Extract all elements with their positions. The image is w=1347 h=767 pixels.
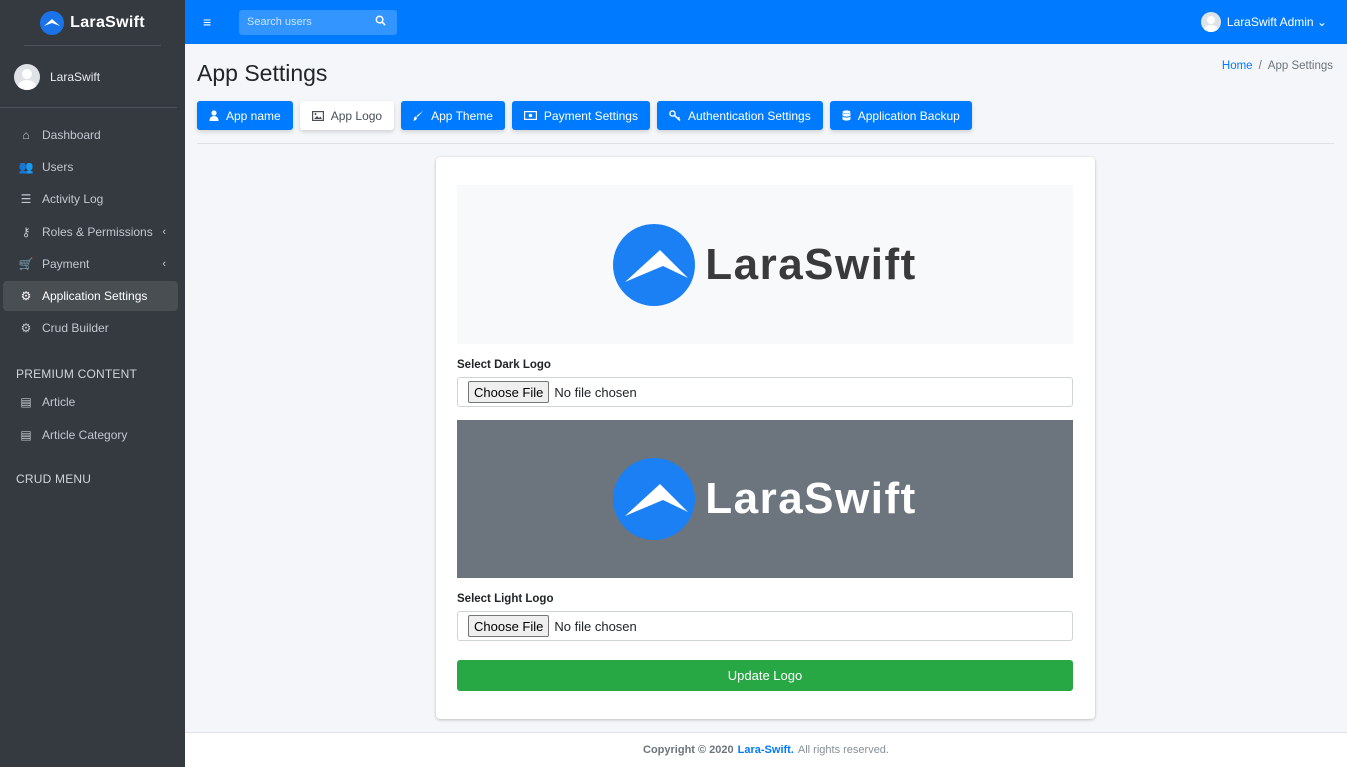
footer-brand-link[interactable]: Lara-Swift.: [738, 744, 794, 756]
choose-file-button[interactable]: Choose File: [468, 615, 550, 637]
brand[interactable]: LaraSwift: [24, 0, 161, 46]
user-menu-label: LaraSwift Admin ⌄: [1226, 15, 1327, 29]
divider: [197, 143, 1334, 144]
gear-icon: ⚙: [20, 321, 32, 336]
sidebar: LaraSwift LaraSwift ⌂ Dashboard 👥 Users …: [0, 0, 185, 767]
tab-payment-settings[interactable]: Payment Settings: [511, 101, 650, 130]
database-icon: [842, 109, 851, 122]
hamburger-menu-icon[interactable]: ≡: [203, 14, 215, 30]
sidebar-item-activity-log[interactable]: ☰ Activity Log: [3, 184, 178, 214]
dark-logo-file-input[interactable]: Choose File No file chosen: [457, 377, 1073, 407]
breadcrumb-current: App Settings: [1267, 60, 1333, 72]
sidebar-item-label: Article Category: [42, 427, 128, 442]
tab-label: Payment Settings: [543, 108, 638, 123]
list-icon: ☰: [20, 192, 32, 207]
breadcrumb-separator: /: [1258, 60, 1262, 72]
page-title: App Settings: [197, 60, 328, 86]
sidebar-item-label: Users: [42, 160, 74, 175]
sidebar-item-label: Crud Builder: [42, 321, 109, 336]
search-box: [239, 9, 397, 35]
update-logo-button[interactable]: Update Logo: [457, 660, 1073, 691]
image-icon: [311, 110, 324, 121]
avatar: [14, 63, 40, 90]
tab-label: App name: [226, 108, 281, 123]
sidebar-item-label: Payment: [42, 256, 90, 271]
settings-tabs: App name App Logo App Theme Payment Sett…: [197, 101, 972, 130]
tab-app-name[interactable]: App name: [197, 101, 293, 130]
premium-content-header: PREMIUM CONTENT: [16, 367, 137, 382]
sidebar-item-dashboard[interactable]: ⌂ Dashboard: [3, 120, 178, 150]
premium-nav: ▤ Article ▤ Article Category: [0, 387, 185, 449]
key-icon: [669, 110, 681, 121]
money-icon: [523, 111, 537, 120]
chevron-left-icon: ‹: [162, 225, 166, 238]
newspaper-icon: ▤: [20, 395, 32, 410]
sidebar-item-label: Application Settings: [42, 288, 148, 303]
brand-name: LaraSwift: [70, 13, 145, 31]
footer-rights: All rights reserved.: [797, 744, 889, 756]
breadcrumb: Home / App Settings: [1222, 60, 1333, 72]
user-panel[interactable]: LaraSwift: [0, 46, 177, 108]
sidebar-item-payment[interactable]: 🛒 Payment ‹: [3, 249, 178, 279]
topbar: ≡ LaraSwift Admin ⌄: [185, 0, 1347, 44]
avatar: [1200, 12, 1221, 32]
light-logo-file-input[interactable]: Choose File No file chosen: [457, 611, 1073, 641]
file-status: No file chosen: [554, 384, 637, 400]
sidebar-item-label: Dashboard: [42, 128, 101, 142]
user-menu[interactable]: LaraSwift Admin ⌄: [1200, 12, 1327, 32]
choose-file-button[interactable]: Choose File: [468, 381, 550, 403]
home-icon: ⌂: [22, 128, 30, 142]
breadcrumb-home-link[interactable]: Home: [1222, 60, 1253, 72]
tab-label: Application Backup: [857, 108, 960, 123]
tab-application-backup[interactable]: Application Backup: [829, 101, 972, 130]
sidebar-item-users[interactable]: 👥 Users: [3, 152, 178, 182]
crud-menu-header: CRUD MENU: [16, 471, 92, 486]
laraswift-logo-icon: [613, 458, 696, 540]
file-status: No file chosen: [554, 618, 637, 634]
sidebar-item-label: Activity Log: [42, 192, 104, 207]
user-name: LaraSwift: [50, 69, 101, 84]
sidebar-nav: ⌂ Dashboard 👥 Users ☰ Activity Log ⚷ Rol…: [0, 116, 185, 343]
tab-authentication-settings[interactable]: Authentication Settings: [656, 101, 823, 130]
copyright-text: Copyright © 2020: [643, 744, 734, 756]
dark-logo-label: Select Dark Logo: [457, 359, 551, 371]
brush-icon: [413, 110, 424, 121]
newspaper-icon: ▤: [20, 427, 32, 442]
user-icon: [209, 110, 219, 121]
sidebar-item-application-settings[interactable]: ⚙ Application Settings: [3, 280, 178, 311]
tab-label: Authentication Settings: [687, 108, 811, 123]
key-icon: ⚷: [21, 224, 31, 239]
tab-label: App Logo: [330, 108, 383, 123]
sidebar-item-label: Roles & Permissions: [42, 224, 153, 239]
users-icon: 👥: [18, 160, 34, 175]
cart-icon: 🛒: [18, 256, 34, 271]
tab-app-theme[interactable]: App Theme: [401, 101, 505, 130]
logo-settings-card: LaraSwift Select Dark Logo Choose File N…: [436, 157, 1095, 719]
gear-icon: ⚙: [20, 288, 32, 303]
sidebar-item-crud-builder[interactable]: ⚙ Crud Builder: [3, 313, 178, 343]
light-logo-preview: LaraSwift: [457, 420, 1073, 578]
search-icon[interactable]: [375, 15, 386, 29]
sidebar-item-roles-permissions[interactable]: ⚷ Roles & Permissions ‹: [3, 217, 178, 247]
sidebar-item-label: Article: [42, 395, 76, 410]
light-logo-label: Select Light Logo: [457, 593, 554, 605]
dark-logo-preview: LaraSwift: [457, 185, 1073, 344]
sidebar-item-article[interactable]: ▤ Article: [3, 387, 178, 417]
tab-label: App Theme: [431, 108, 493, 123]
sidebar-item-article-category[interactable]: ▤ Article Category: [3, 420, 178, 450]
search-input[interactable]: [247, 16, 375, 28]
brand-logo-icon: [40, 10, 65, 35]
logo-wordmark: LaraSwift: [705, 239, 917, 289]
logo-wordmark: LaraSwift: [705, 474, 917, 523]
footer: Copyright © 2020 Lara-Swift. All rights …: [185, 732, 1347, 767]
laraswift-logo-icon: [613, 223, 696, 306]
tab-app-logo[interactable]: App Logo: [299, 101, 395, 130]
chevron-left-icon: ‹: [162, 257, 166, 270]
